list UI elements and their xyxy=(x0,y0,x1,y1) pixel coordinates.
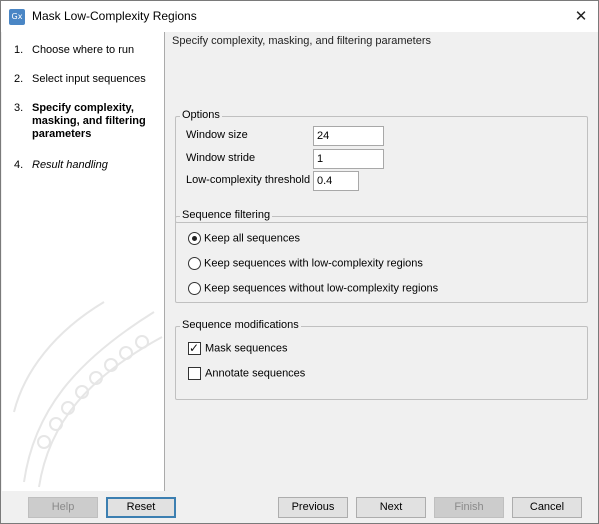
step-label: Result handling xyxy=(32,159,108,171)
window-size-input[interactable] xyxy=(313,126,384,146)
step-number: 3. xyxy=(14,102,24,114)
cancel-button[interactable]: Cancel xyxy=(512,497,582,518)
step-choose-where-to-run: 1. Choose where to run xyxy=(14,44,134,57)
radio-label: Keep sequences with low-complexity regio… xyxy=(204,257,423,270)
radio-keep-without-low-complexity[interactable]: Keep sequences without low-complexity re… xyxy=(188,282,438,295)
window-stride-input[interactable] xyxy=(313,149,384,169)
radio-label: Keep sequences without low-complexity re… xyxy=(204,282,439,295)
checkbox-label: Mask sequences xyxy=(205,342,288,355)
radio-button[interactable] xyxy=(188,232,201,245)
dialog-window: Gx Mask Low-Complexity Regions ✕ 1. Choos… xyxy=(0,0,599,524)
next-button[interactable]: Next xyxy=(356,497,426,518)
page-title: Specify complexity, masking, and filteri… xyxy=(172,35,432,47)
button-bar: Help Reset Previous Next Finish Cancel xyxy=(1,491,598,523)
annotate-sequences-checkbox[interactable] xyxy=(188,367,201,380)
radio-button[interactable] xyxy=(188,282,201,295)
finish-button[interactable]: Finish xyxy=(434,497,504,518)
step-select-input-sequences: 2. Select input sequences xyxy=(14,73,146,86)
app-icon: Gx xyxy=(9,9,25,25)
step-specify-parameters: 3. Specify complexity, masking, and filte… xyxy=(14,102,150,141)
step-number: 1. xyxy=(14,44,24,56)
step-number: 2. xyxy=(14,73,24,85)
step-label: Select input sequences xyxy=(32,73,146,85)
radio-keep-with-low-complexity[interactable]: Keep sequences with low-complexity regio… xyxy=(188,257,423,270)
sequence-modifications-group: Sequence modifications ✓ Mask sequences A… xyxy=(175,319,588,400)
title-bar: Gx Mask Low-Complexity Regions ✕ xyxy=(1,1,598,32)
mask-sequences-checkbox[interactable]: ✓ xyxy=(188,341,201,355)
sequence-filtering-group: Sequence filtering Keep all sequences Ke… xyxy=(175,209,588,303)
radio-label: Keep all sequences xyxy=(204,232,301,245)
parameters-panel: Specify complexity, masking, and filteri… xyxy=(166,32,598,491)
close-icon[interactable]: ✕ xyxy=(564,1,598,32)
reset-button[interactable]: Reset xyxy=(106,497,176,518)
window-title: Mask Low-Complexity Regions xyxy=(32,9,197,23)
window-size-label: Window size xyxy=(186,129,248,141)
threshold-label: Low-complexity threshold xyxy=(186,174,311,186)
step-result-handling: 4. Result handling xyxy=(14,159,108,172)
annotate-sequences-option[interactable]: Annotate sequences xyxy=(188,367,305,380)
help-button[interactable]: Help xyxy=(28,497,98,518)
radio-keep-all[interactable]: Keep all sequences xyxy=(188,232,300,245)
window-stride-label: Window stride xyxy=(186,152,256,164)
mask-sequences-option[interactable]: ✓ Mask sequences xyxy=(188,341,288,355)
filtering-legend: Sequence filtering xyxy=(180,209,273,221)
step-number: 4. xyxy=(14,159,24,171)
previous-button[interactable]: Previous xyxy=(278,497,348,518)
checkbox-label: Annotate sequences xyxy=(205,367,306,380)
options-group: Options Window size Window stride Low-co… xyxy=(175,109,588,223)
watermark-logo xyxy=(13,301,163,488)
radio-button[interactable] xyxy=(188,257,201,270)
step-label: Specify complexity, masking, and filteri… xyxy=(32,102,146,140)
threshold-input[interactable] xyxy=(313,171,359,191)
wizard-steps-panel: 1. Choose where to run 2. Select input seq… xyxy=(2,32,165,491)
step-label: Choose where to run xyxy=(32,44,135,56)
checkmark-icon: ✓ xyxy=(189,341,200,355)
options-legend: Options xyxy=(180,109,222,121)
modifications-legend: Sequence modifications xyxy=(180,319,301,331)
